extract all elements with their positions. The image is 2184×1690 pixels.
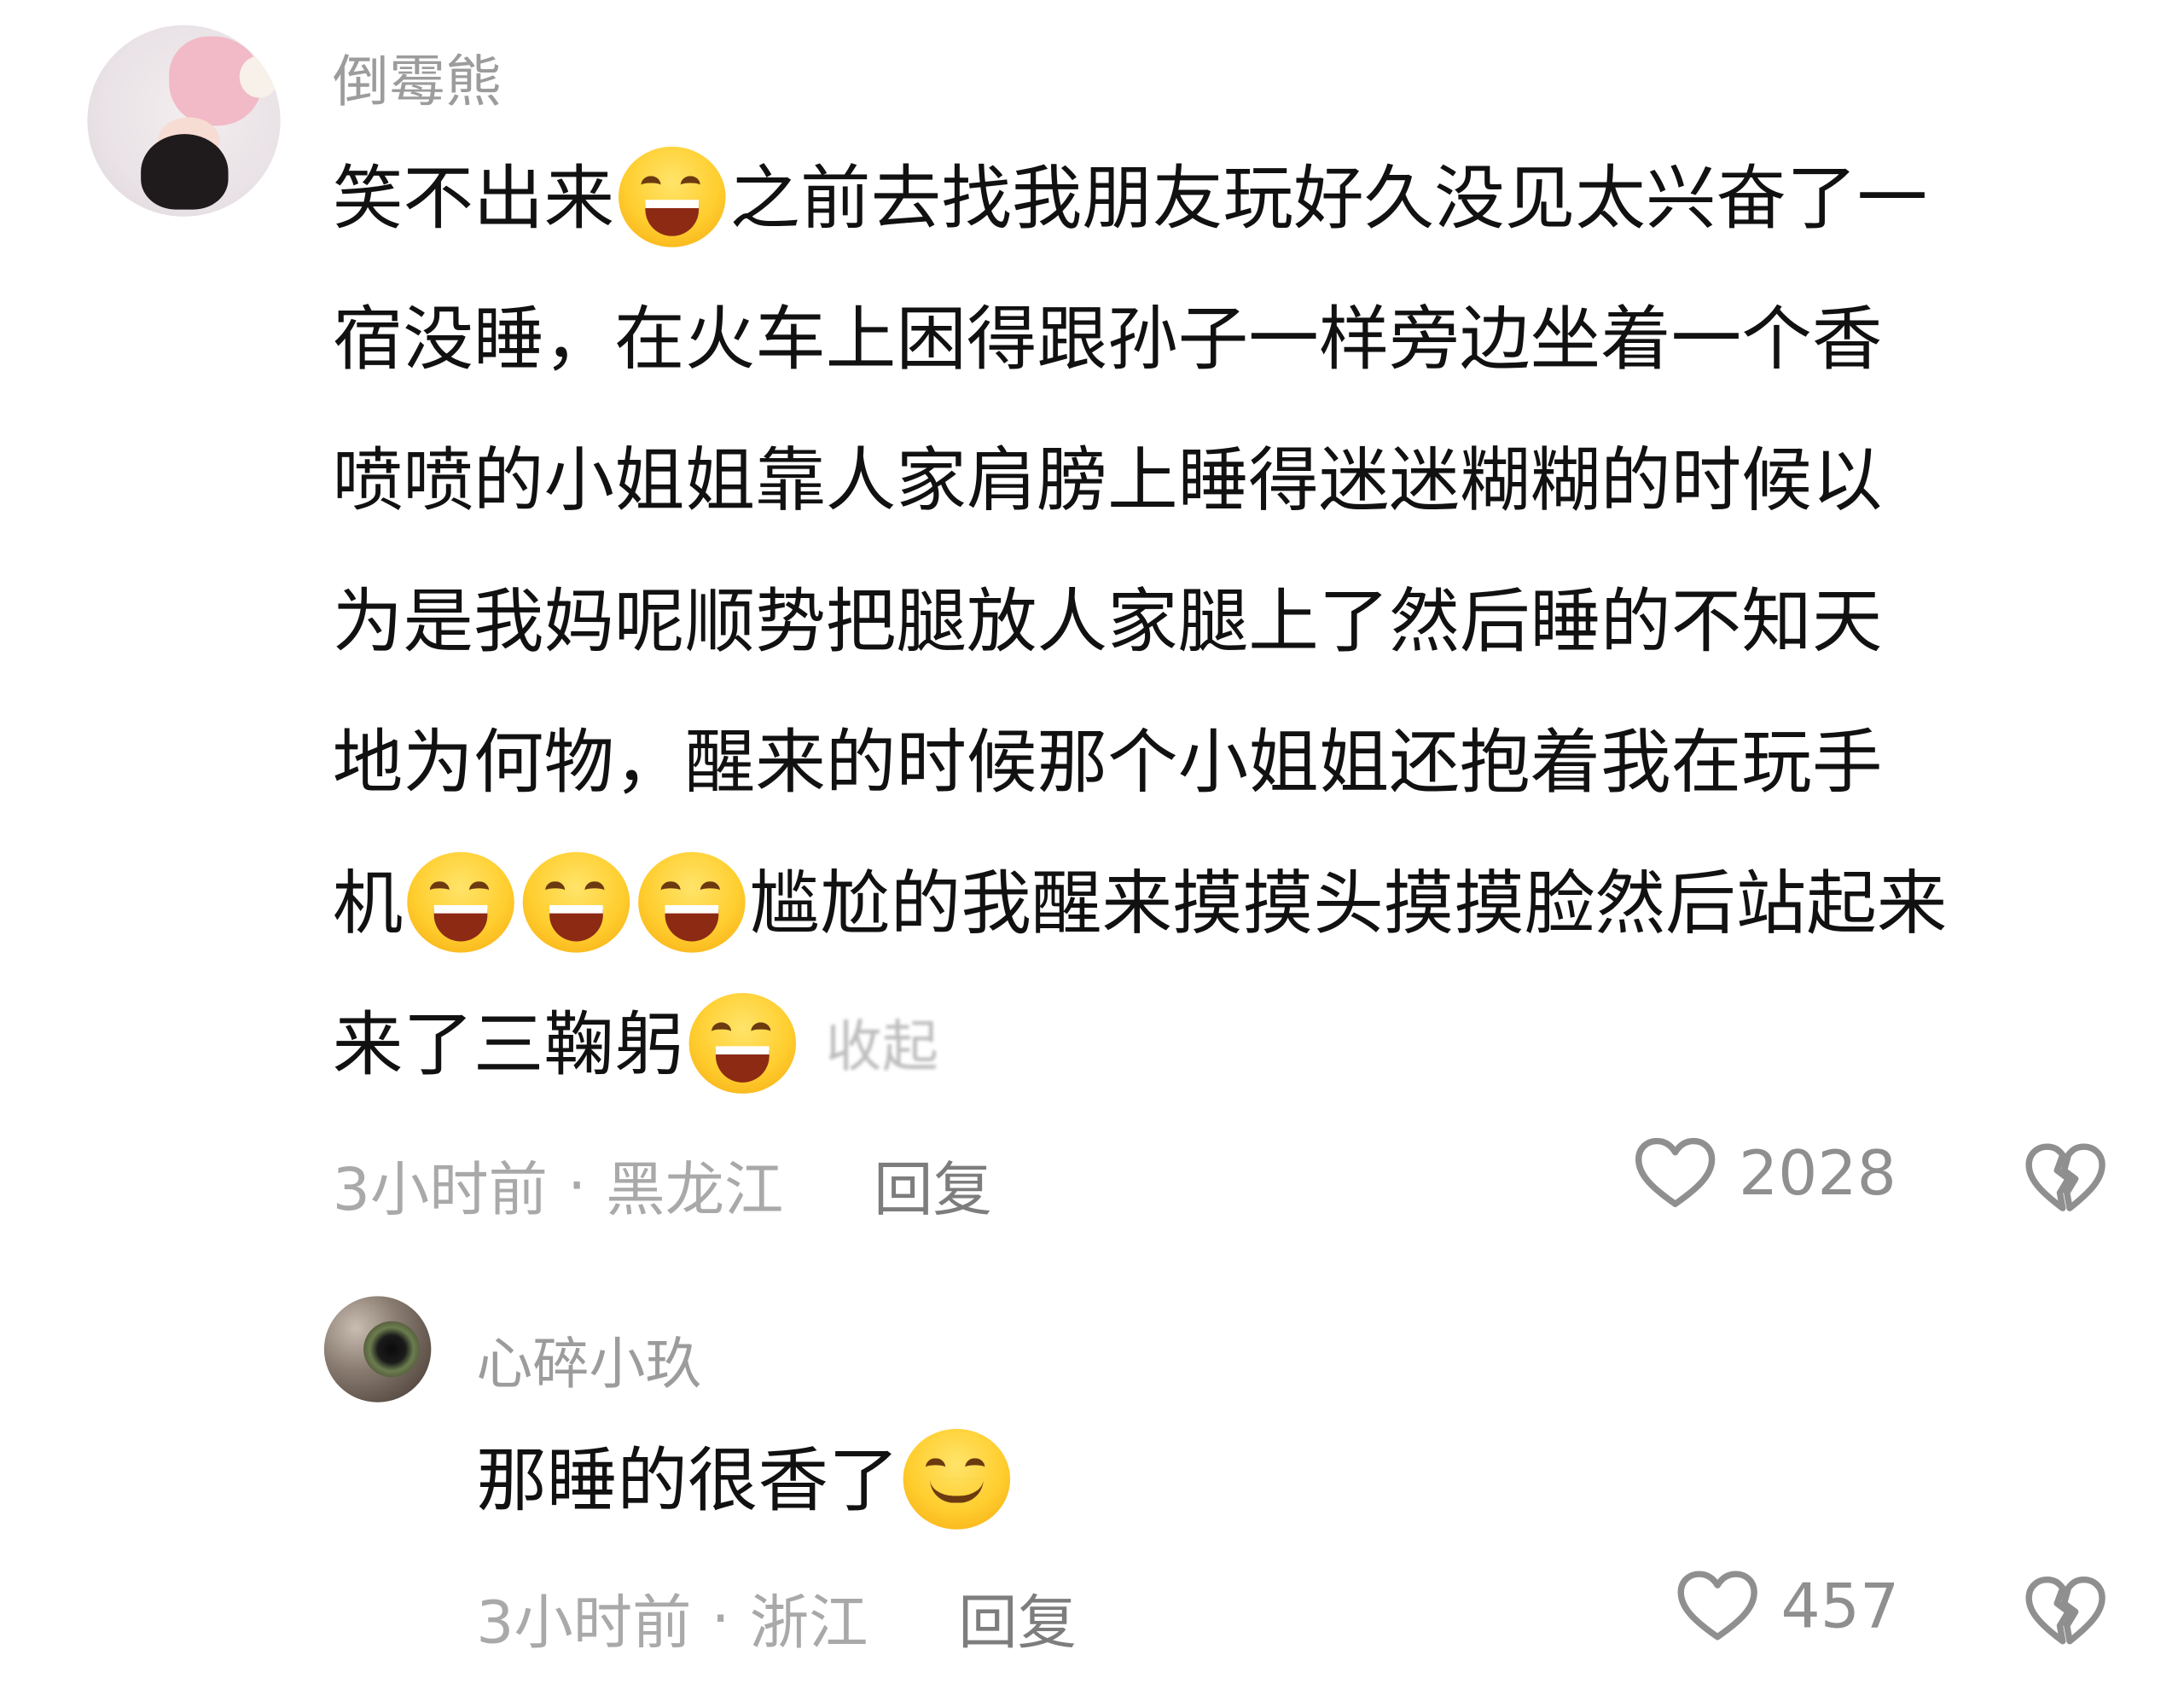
dislike-button[interactable] [2024,1142,2106,1215]
avatar-bunny [239,55,279,98]
comment-line: 喷喷的小姐姐靠人家肩膀上睡得迷迷糊糊的时候以 [333,410,2164,551]
replier-username[interactable]: 心碎小玖 [476,1319,701,1400]
comment-line-text: 喷喷的小姐姐靠人家肩膀上睡得迷迷糊糊的时候以 [332,439,1883,521]
grinning-face-emoji [619,146,726,247]
grinning-face-emoji [522,851,630,953]
grinning-face-emoji [688,993,797,1094]
comment-line-text: 机 [332,862,404,944]
comment-line-text: 来了三鞠躬 [332,1004,685,1086]
avatar-eye [363,1321,421,1378]
reply-button[interactable]: 回复 [874,1142,992,1228]
meta-separator: · [711,1583,730,1652]
comment-text: 笑不出来 之前去找我朋友玩好久没见太兴奋了一 宿没睡，在火车上困得跟孙子一样旁边坐… [333,129,2164,1117]
smiling-face-emoji [903,1428,1011,1530]
comment-line: 笑不出来 之前去找我朋友玩好久没见太兴奋了一 [333,129,2164,270]
like-count: 457 [1780,1571,1900,1642]
comment-line: 机 尴尬的我醒来摸摸头摸摸脸然后站起来 [333,833,2164,974]
reply-time: 3小时前 [476,1588,692,1657]
like-count: 2028 [1738,1137,1896,1209]
collapse-link[interactable]: 收起 [826,978,938,1118]
comment-line-text: 之前去找我朋友玩好久没见太兴奋了一 [729,158,1928,239]
grinning-face-emoji [407,851,514,953]
replier-avatar[interactable] [323,1296,432,1403]
heart-outline-icon [1677,1571,1757,1641]
reply-location: 浙江 [749,1588,868,1657]
like-button[interactable]: 457 [1676,1570,1899,1642]
comment-time: 3小时前 [332,1154,548,1224]
grinning-face-emoji [638,851,746,953]
avatar-hair [141,134,229,210]
comment-line: 宿没睡，在火车上困得跟孙子一样旁边坐着一个香 [333,270,2164,410]
comment-line-text: 笑不出来 [332,158,615,239]
comment-line-text: 地为何物，醒来的时候那个小姐姐还抱着我在玩手 [332,722,1883,804]
like-button[interactable]: 2028 [1635,1137,1896,1210]
reply-line: 那睡的很香了 [476,1411,1744,1552]
comment-line-text: 为是我妈呢顺势把腿放人家腿上了然后睡的不知天 [332,581,1883,663]
comment-line: 为是我妈呢顺势把腿放人家腿上了然后睡的不知天 [333,552,2164,693]
dislike-button[interactable] [2024,1576,2106,1648]
reply-meta: 3小时前 · 浙江 回复 [476,1576,1077,1661]
broken-heart-outline-icon [2025,1576,2106,1645]
comment-meta: 3小时前 · 黑龙江 回复 [333,1142,992,1228]
commenter-avatar[interactable] [87,25,281,217]
meta-separator: · [567,1151,587,1220]
comment-line-text: 尴尬的我醒来摸摸头摸摸脸然后站起来 [749,862,1948,944]
comment-thread: 倒霉熊 笑不出来 之前去找我朋友玩好久没见太兴奋了一 宿没睡，在火车上困得跟孙子一… [0,0,2184,1690]
reply-text: 那睡的很香了 [476,1411,1744,1552]
comment-line: 地为何物，醒来的时候那个小姐姐还抱着我在玩手 [333,693,2164,833]
reply-line-text: 那睡的很香了 [476,1439,899,1521]
comment-line-text: 宿没睡，在火车上困得跟孙子一样旁边坐着一个香 [332,299,1883,380]
broken-heart-outline-icon [2025,1143,2106,1211]
reply-button[interactable]: 回复 [958,1576,1077,1661]
comment-line: 来了三鞠躬 收起 [333,975,2164,1116]
commenter-username[interactable]: 倒霉熊 [333,37,502,118]
heart-outline-icon [1635,1137,1716,1207]
comment-location: 黑龙江 [606,1154,784,1224]
